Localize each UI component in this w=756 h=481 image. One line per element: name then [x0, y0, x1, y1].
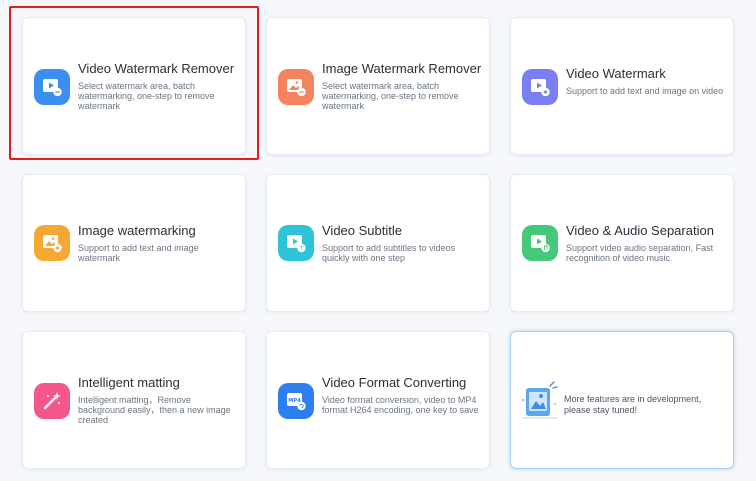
selection-highlight-frame [9, 6, 259, 160]
tool-title: Video Subtitle [322, 223, 402, 238]
tool-description: Support video audio separation, Fast rec… [566, 243, 714, 263]
tool-card-image-watermarking[interactable]: Image watermarking Support to add text a… [22, 174, 246, 312]
coming-soon-card: More features are in development, please… [510, 331, 734, 469]
video-watermark-icon [522, 69, 558, 105]
tool-title: Video Watermark [566, 66, 666, 81]
subtitle-icon: T [278, 225, 314, 261]
tool-description: Video format conversion, video to MP4 fo… [322, 395, 479, 415]
tool-card-video-format-converting[interactable]: MP4 Video Format Converting Video format… [266, 331, 490, 469]
tool-title: Video Format Converting [322, 375, 467, 390]
tool-description: Support to add subtitles to videos quick… [322, 243, 456, 263]
audio-separation-icon [522, 225, 558, 261]
svg-text:T: T [299, 245, 304, 252]
tool-title: Image watermarking [78, 223, 196, 238]
mp4-icon: MP4 [278, 383, 314, 419]
tool-description: Support to add text and image watermark [78, 243, 199, 263]
tool-description: Support to add text and image on video [566, 86, 724, 96]
tool-title: Video & Audio Separation [566, 223, 714, 238]
tool-card-video-subtitle[interactable]: T Video Subtitle Support to add subtitle… [266, 174, 490, 312]
tool-description: Intelligent matting，Remove background ea… [78, 395, 231, 425]
magic-wand-icon [34, 383, 70, 419]
tool-description: Select watermark area, batch watermarkin… [322, 81, 459, 111]
tool-card-image-watermark-remover[interactable]: Image Watermark Remover Select watermark… [266, 17, 490, 155]
tool-title: Image Watermark Remover [322, 61, 482, 76]
image-watermark-icon [34, 225, 70, 261]
development-illustration-icon [520, 380, 560, 427]
image-remove-icon [278, 69, 314, 105]
tool-card-intelligent-matting[interactable]: Intelligent matting Intelligent matting，… [22, 331, 246, 469]
tool-card-video-audio-separation[interactable]: Video & Audio Separation Support video a… [510, 174, 734, 312]
coming-soon-text: More features are in development, please… [564, 394, 702, 415]
tool-card-video-watermark[interactable]: Video Watermark Support to add text and … [510, 17, 734, 155]
tool-title: Intelligent matting [78, 375, 180, 390]
